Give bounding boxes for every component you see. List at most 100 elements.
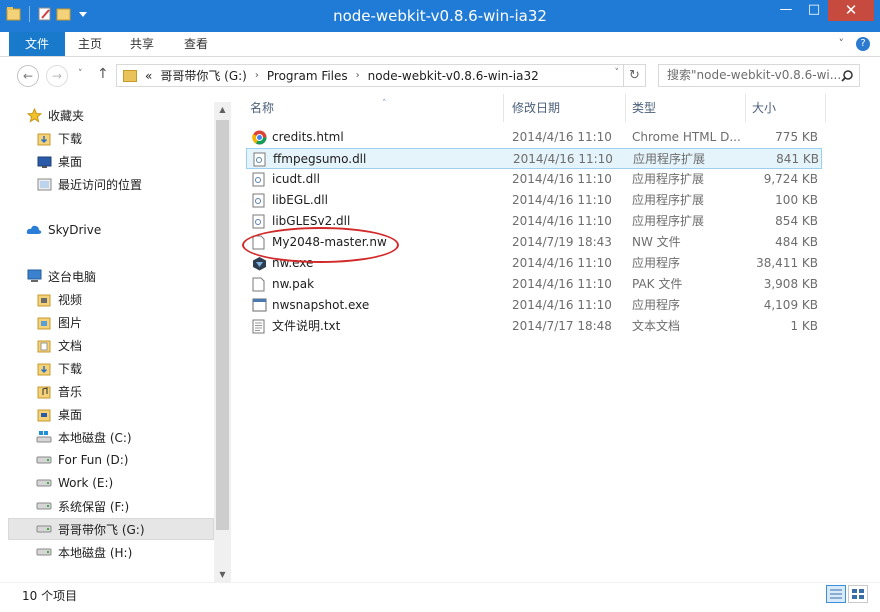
refresh-button[interactable]: ↻ (623, 65, 645, 86)
file-date: 2014/7/19 18:43 (512, 235, 612, 249)
up-button[interactable]: ↑ (97, 66, 109, 82)
help-icon[interactable]: ? (856, 37, 870, 51)
large-icons-view-icon (852, 589, 864, 599)
drive-icon (36, 544, 52, 560)
sidebar-item-label: 下载 (58, 361, 83, 376)
file-date: 2014/4/16 11:10 (512, 193, 612, 207)
column-header-size[interactable]: 大小 (746, 94, 826, 122)
file-list: 名称 ˄ 修改日期 类型 大小 credits.html 2014/4/16 1… (232, 94, 880, 582)
back-button[interactable]: ← (17, 65, 39, 87)
details-view-icon (830, 589, 842, 599)
sidebar-item-drive-g[interactable]: 哥哥带你飞 (G:) (8, 518, 214, 540)
view-switcher (826, 585, 868, 603)
sidebar-item-label: 文档 (58, 338, 83, 353)
scroll-down-arrow-icon[interactable]: ▼ (214, 570, 231, 579)
sidebar-item-label: 哥哥带你飞 (G:) (58, 522, 145, 537)
blank-file-icon (252, 277, 266, 292)
exe-window-icon (252, 298, 267, 313)
sidebar-item-label: 桌面 (58, 407, 83, 422)
recent-locations-dropdown[interactable]: ˅ (78, 69, 83, 79)
close-button[interactable]: ✕ (828, 0, 874, 21)
file-size: 38,411 KB (756, 256, 818, 270)
pictures-folder-icon (36, 314, 52, 330)
breadcrumb-separator[interactable]: › (255, 70, 259, 81)
sidebar-item-label: 这台电脑 (48, 269, 97, 284)
tab-file[interactable]: 文件 (9, 32, 65, 56)
minimize-button[interactable]: — (772, 0, 800, 21)
file-row[interactable]: nw.pak 2014/4/16 11:10 PAK 文件 3,908 KB (246, 274, 822, 295)
file-name: nw.pak (272, 277, 315, 291)
title-bar: node-webkit-v0.8.6-win-ia32 — □ ✕ (0, 0, 880, 32)
file-row[interactable]: ffmpegsumo.dll 2014/4/16 11:10 应用程序扩展 84… (246, 148, 822, 169)
maximize-button[interactable]: □ (800, 0, 828, 21)
address-dropdown-icon[interactable]: ˅ (615, 68, 620, 78)
navigation-scrollbar[interactable]: ▲ ▼ (214, 102, 231, 582)
sidebar-item-label: 本地磁盘 (H:) (58, 545, 133, 560)
file-type: 应用程序扩展 (632, 214, 705, 228)
file-row[interactable]: nwsnapshot.exe 2014/4/16 11:10 应用程序 4,10… (246, 295, 822, 316)
sidebar-item-this-pc[interactable]: 这台电脑 (26, 265, 238, 287)
address-row: ← → ˅ ↑ « 哥哥带你飞 (G:) › Program Files › n… (0, 57, 880, 94)
dll-icon (253, 152, 267, 167)
search-icon[interactable] (841, 65, 853, 86)
ribbon-controls: ˅ ? (839, 37, 870, 51)
expand-ribbon-icon[interactable]: ˅ (839, 37, 845, 51)
file-size: 854 KB (775, 214, 818, 228)
tab-share[interactable]: 共享 (122, 32, 162, 56)
file-row[interactable]: libEGL.dll 2014/4/16 11:10 应用程序扩展 100 KB (246, 190, 822, 211)
file-name: nwsnapshot.exe (272, 298, 370, 312)
sidebar-item-label: 下载 (58, 131, 83, 146)
breadcrumb-separator[interactable]: › (356, 70, 360, 81)
breadcrumb-overflow[interactable]: « (145, 69, 152, 83)
tab-home[interactable]: 主页 (70, 32, 110, 56)
file-type: 应用程序扩展 (632, 193, 705, 207)
videos-folder-icon (36, 291, 52, 307)
file-row[interactable]: credits.html 2014/4/16 11:10 Chrome HTML… (246, 127, 822, 148)
breadcrumb-program-files[interactable]: Program Files (267, 69, 348, 83)
music-folder-icon (36, 383, 52, 399)
this-pc-icon (26, 268, 42, 284)
scroll-up-arrow-icon[interactable]: ▲ (214, 105, 231, 114)
drive-icon (36, 475, 52, 491)
file-date: 2014/4/16 11:10 (512, 214, 612, 228)
file-row[interactable]: icudt.dll 2014/4/16 11:10 应用程序扩展 9,724 K… (246, 169, 822, 190)
breadcrumb-current-folder[interactable]: node-webkit-v0.8.6-win-ia32 (368, 69, 539, 83)
file-date: 2014/4/16 11:10 (512, 130, 612, 144)
search-input[interactable]: 搜索"node-webkit-v0.8.6-wi... (658, 64, 860, 87)
file-size: 484 KB (775, 235, 818, 249)
file-name: ffmpegsumo.dll (273, 152, 367, 166)
sidebar-item-favorites[interactable]: 收藏夹 (26, 104, 238, 126)
system-drive-icon (36, 429, 52, 445)
ribbon-tabs: 文件 主页 共享 查看 ˅ ? (0, 32, 880, 57)
item-count: 10 个项目 (22, 589, 78, 603)
breadcrumb-drive[interactable]: 哥哥带你飞 (G:) (160, 67, 247, 84)
sidebar-item-label: 桌面 (58, 154, 83, 169)
scrollbar-thumb[interactable] (216, 120, 229, 530)
sidebar-item-label: For Fun (D:) (58, 453, 129, 467)
sidebar-item-label: 视频 (58, 292, 83, 307)
details-view-button[interactable] (826, 585, 846, 603)
address-bar[interactable]: « 哥哥带你飞 (G:) › Program Files › node-webk… (116, 64, 646, 87)
sidebar-item-skydrive[interactable]: SkyDrive (26, 219, 238, 241)
sidebar-item-label: Work (E:) (58, 476, 114, 490)
desktop-icon (36, 153, 52, 169)
file-name: icudt.dll (272, 172, 320, 186)
file-name: credits.html (272, 130, 344, 144)
file-size: 1 KB (790, 319, 818, 333)
large-icons-view-button[interactable] (848, 585, 868, 603)
forward-button[interactable]: → (46, 65, 68, 87)
sidebar-item-label: 音乐 (58, 384, 83, 399)
file-size: 9,724 KB (763, 172, 818, 186)
skydrive-icon (26, 222, 42, 238)
file-date: 2014/4/16 11:10 (512, 277, 612, 291)
file-row[interactable]: 文件说明.txt 2014/7/17 18:48 文本文档 1 KB (246, 316, 822, 337)
column-header-date[interactable]: 修改日期 (506, 94, 626, 122)
tab-view[interactable]: 查看 (176, 32, 216, 56)
column-header-name[interactable]: 名称 ˄ (244, 94, 504, 122)
column-header-type[interactable]: 类型 (626, 94, 746, 122)
text-file-icon (252, 319, 266, 334)
file-date: 2014/7/17 18:48 (512, 319, 612, 333)
desktop-folder-icon (36, 406, 52, 422)
star-icon (26, 107, 42, 123)
downloads-folder-icon (36, 360, 52, 376)
